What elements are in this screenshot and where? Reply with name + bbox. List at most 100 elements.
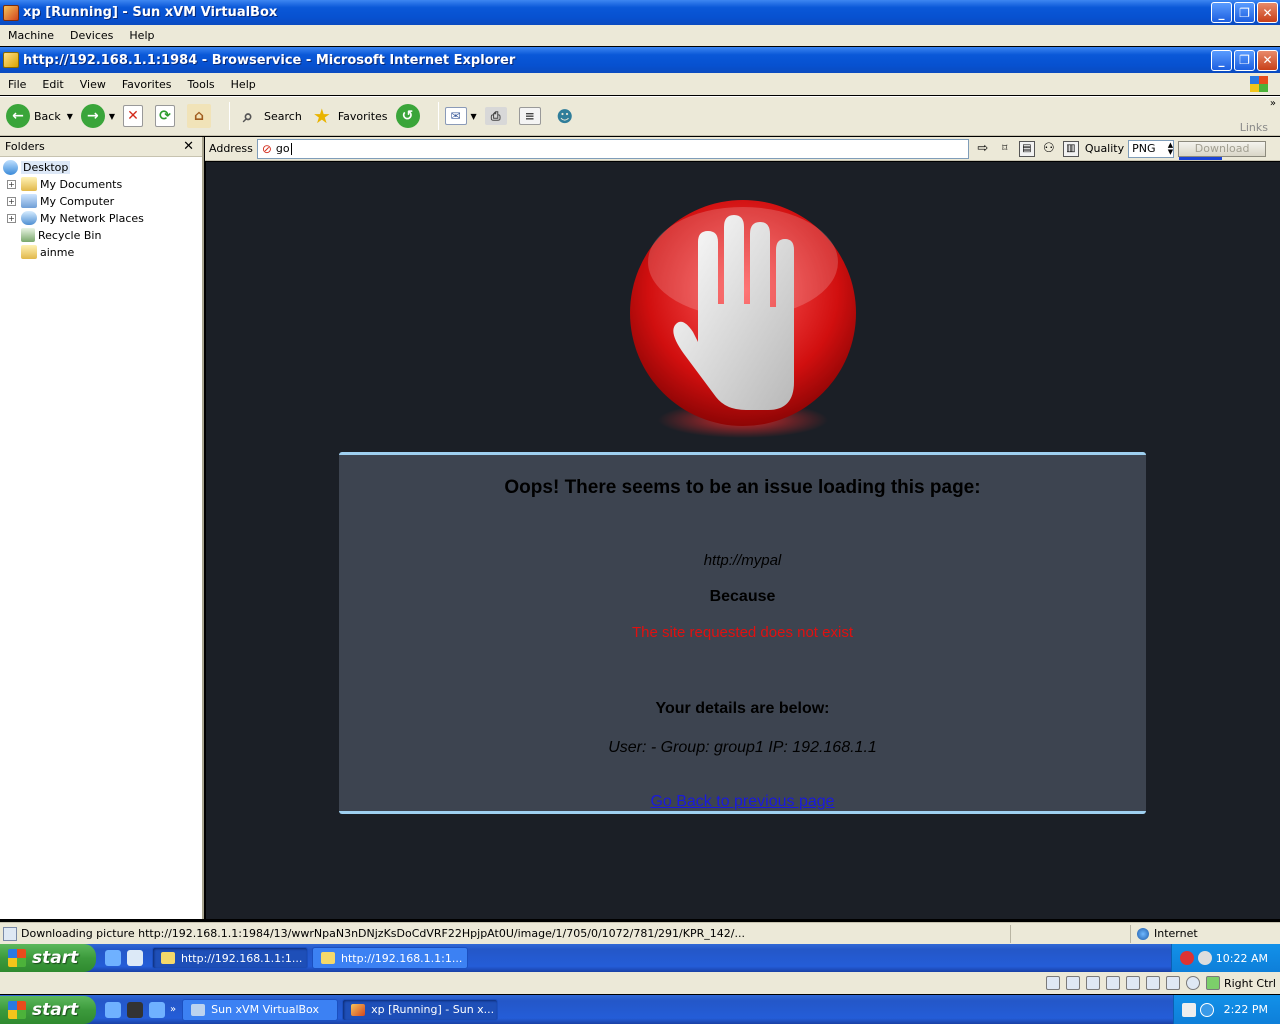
windows-logo-icon	[1250, 76, 1268, 92]
links-label[interactable]: Links	[1240, 121, 1268, 134]
go-arrow-icon[interactable]: ⇨	[975, 141, 991, 157]
requested-url: http://mypal	[703, 552, 782, 569]
address-value: go	[275, 142, 290, 155]
back-arrow-icon[interactable]	[1199, 1002, 1214, 1017]
address-input[interactable]: ⊘ go	[256, 138, 969, 159]
keyboard-icon[interactable]	[1181, 1002, 1196, 1017]
back-button[interactable]: ← Back ▼	[6, 104, 73, 128]
spinner-icon[interactable]: ▲ ▼	[1168, 141, 1173, 156]
back-dropdown-icon[interactable]: ▼	[67, 112, 73, 121]
ie-restore-button[interactable]: ❐	[1234, 49, 1255, 71]
tree-item-my-documents[interactable]: + My Documents	[7, 177, 122, 191]
guest-system-tray: 10:22 AM	[1170, 944, 1280, 972]
vbox-minimize-button[interactable]: _	[1211, 2, 1232, 23]
favorites-button[interactable]: ★ Favorites	[310, 104, 388, 128]
tree-label: Recycle Bin	[38, 228, 102, 242]
vbox-menubar: Machine Devices Help	[0, 25, 1280, 46]
stop-button[interactable]: ✕	[123, 105, 147, 127]
expand-icon[interactable]: +	[7, 196, 16, 206]
tree-item-recycle-bin[interactable]: Recycle Bin	[21, 228, 101, 242]
tree-item-my-network-places[interactable]: + My Network Places	[7, 211, 144, 225]
host-task-button[interactable]: xp [Running] - Sun x...	[342, 998, 499, 1021]
close-icon[interactable]: ✕	[183, 139, 194, 154]
broken-page-icon: ⊘	[261, 141, 272, 156]
vbox-title: xp [Running] - Sun xVM VirtualBox	[23, 5, 278, 20]
vbox-menu-devices[interactable]: Devices	[62, 29, 121, 42]
mouse-integration-icon[interactable]	[1185, 976, 1200, 990]
tree-item-my-computer[interactable]: + My Computer	[7, 194, 114, 208]
refresh-button[interactable]: ⟳	[155, 105, 179, 127]
tree-label: ainme	[40, 245, 75, 259]
tree-item-ainme[interactable]: ainme	[21, 245, 74, 259]
because-label: Because	[709, 588, 776, 605]
ie-statusbar: Downloading picture http://192.168.1.1:1…	[0, 922, 1280, 944]
forward-dropdown-icon[interactable]: ▼	[109, 112, 115, 121]
edit-button[interactable]: ≡	[518, 107, 545, 125]
virtualbox-icon	[191, 1003, 206, 1016]
ie-menu-tools[interactable]: Tools	[180, 78, 223, 91]
details-heading: Your details are below:	[655, 700, 830, 717]
mail-dropdown-icon[interactable]: ▼	[471, 112, 477, 121]
network-icon[interactable]	[1197, 951, 1212, 965]
disk-icon[interactable]	[1045, 976, 1060, 990]
ie-menu-file[interactable]: File	[0, 78, 34, 91]
vbox-restore-button[interactable]: ❐	[1234, 2, 1255, 23]
tree-item-desktop[interactable]: Desktop	[3, 160, 71, 175]
ie-menu-favorites[interactable]: Favorites	[114, 78, 180, 91]
keyboard-capture-icon[interactable]	[1205, 976, 1220, 990]
guest-start-button[interactable]: start	[0, 944, 96, 972]
forward-button[interactable]: → ▼	[80, 104, 115, 128]
vbox-close-button[interactable]: ✕	[1257, 2, 1278, 23]
quality-select[interactable]: PNG ▲ ▼	[1128, 139, 1175, 158]
star-icon: ★	[312, 104, 331, 128]
capture-icon[interactable]	[1165, 976, 1180, 990]
usb-icon[interactable]	[1125, 976, 1140, 990]
security-shield-icon[interactable]	[1179, 951, 1194, 965]
edit-icon: ≡	[518, 107, 541, 125]
expand-icon[interactable]: +	[7, 179, 16, 189]
messenger-button[interactable]: ☻	[553, 104, 581, 128]
ie-menu-help[interactable]: Help	[223, 78, 264, 91]
back-arrow-icon: ←	[6, 104, 30, 128]
expand-icon[interactable]: +	[7, 213, 16, 223]
ie-menubar: File Edit View Favorites Tools Help	[0, 73, 1280, 95]
chevron-more-icon[interactable]: »	[1270, 98, 1276, 109]
ie-minimize-button[interactable]: _	[1211, 49, 1232, 71]
ie-icon[interactable]	[105, 1001, 121, 1018]
chevron-more-icon[interactable]: »	[170, 1004, 176, 1015]
globe-icon	[1137, 927, 1149, 940]
ie-close-button[interactable]: ✕	[1257, 49, 1278, 71]
cd-icon[interactable]	[1065, 976, 1080, 990]
browser-icon[interactable]	[149, 1001, 165, 1018]
find-icon[interactable]: ⚇	[1041, 141, 1057, 157]
history-button[interactable]: ↺	[395, 104, 424, 128]
folder-icon	[21, 245, 37, 259]
ie-icon[interactable]	[105, 950, 121, 966]
page-icon[interactable]: ▤	[1018, 140, 1035, 157]
clipboard-icon[interactable]: ▥	[1062, 140, 1079, 157]
floppy-icon[interactable]	[1085, 976, 1100, 990]
home-button[interactable]: ⌂	[187, 104, 215, 128]
guest-task-button[interactable]: http://192.168.1.1:1...	[152, 947, 308, 969]
guest-task-button[interactable]: http://192.168.1.1:1...	[312, 947, 468, 969]
media-icon[interactable]	[127, 1001, 143, 1018]
print-button[interactable]: ⎙	[484, 107, 511, 125]
host-task-button[interactable]: Sun xVM VirtualBox	[182, 998, 339, 1021]
bookmark-icon[interactable]: ⌑	[997, 141, 1013, 157]
host-start-button[interactable]: start	[0, 995, 96, 1024]
history-icon: ↺	[395, 104, 420, 128]
mail-button[interactable]: ✉ ▼	[444, 107, 477, 125]
ie-menu-edit[interactable]: Edit	[34, 78, 71, 91]
ie-menu-view[interactable]: View	[72, 78, 114, 91]
go-back-link[interactable]: Go Back to previous page	[339, 793, 1146, 811]
download-button[interactable]: Download	[1178, 140, 1267, 160]
host-taskbar: start » Sun xVM VirtualBox xp [Running] …	[0, 995, 1280, 1024]
search-button[interactable]: ⌕ Search	[236, 104, 302, 128]
network-icon	[21, 211, 37, 225]
network-icon[interactable]	[1105, 976, 1120, 990]
shared-folder-icon[interactable]	[1145, 976, 1160, 990]
show-desktop-icon[interactable]	[127, 950, 143, 966]
vbox-menu-help[interactable]: Help	[121, 29, 162, 42]
vbox-menu-machine[interactable]: Machine	[0, 29, 62, 42]
host-key-label: Right Ctrl	[1223, 976, 1276, 990]
